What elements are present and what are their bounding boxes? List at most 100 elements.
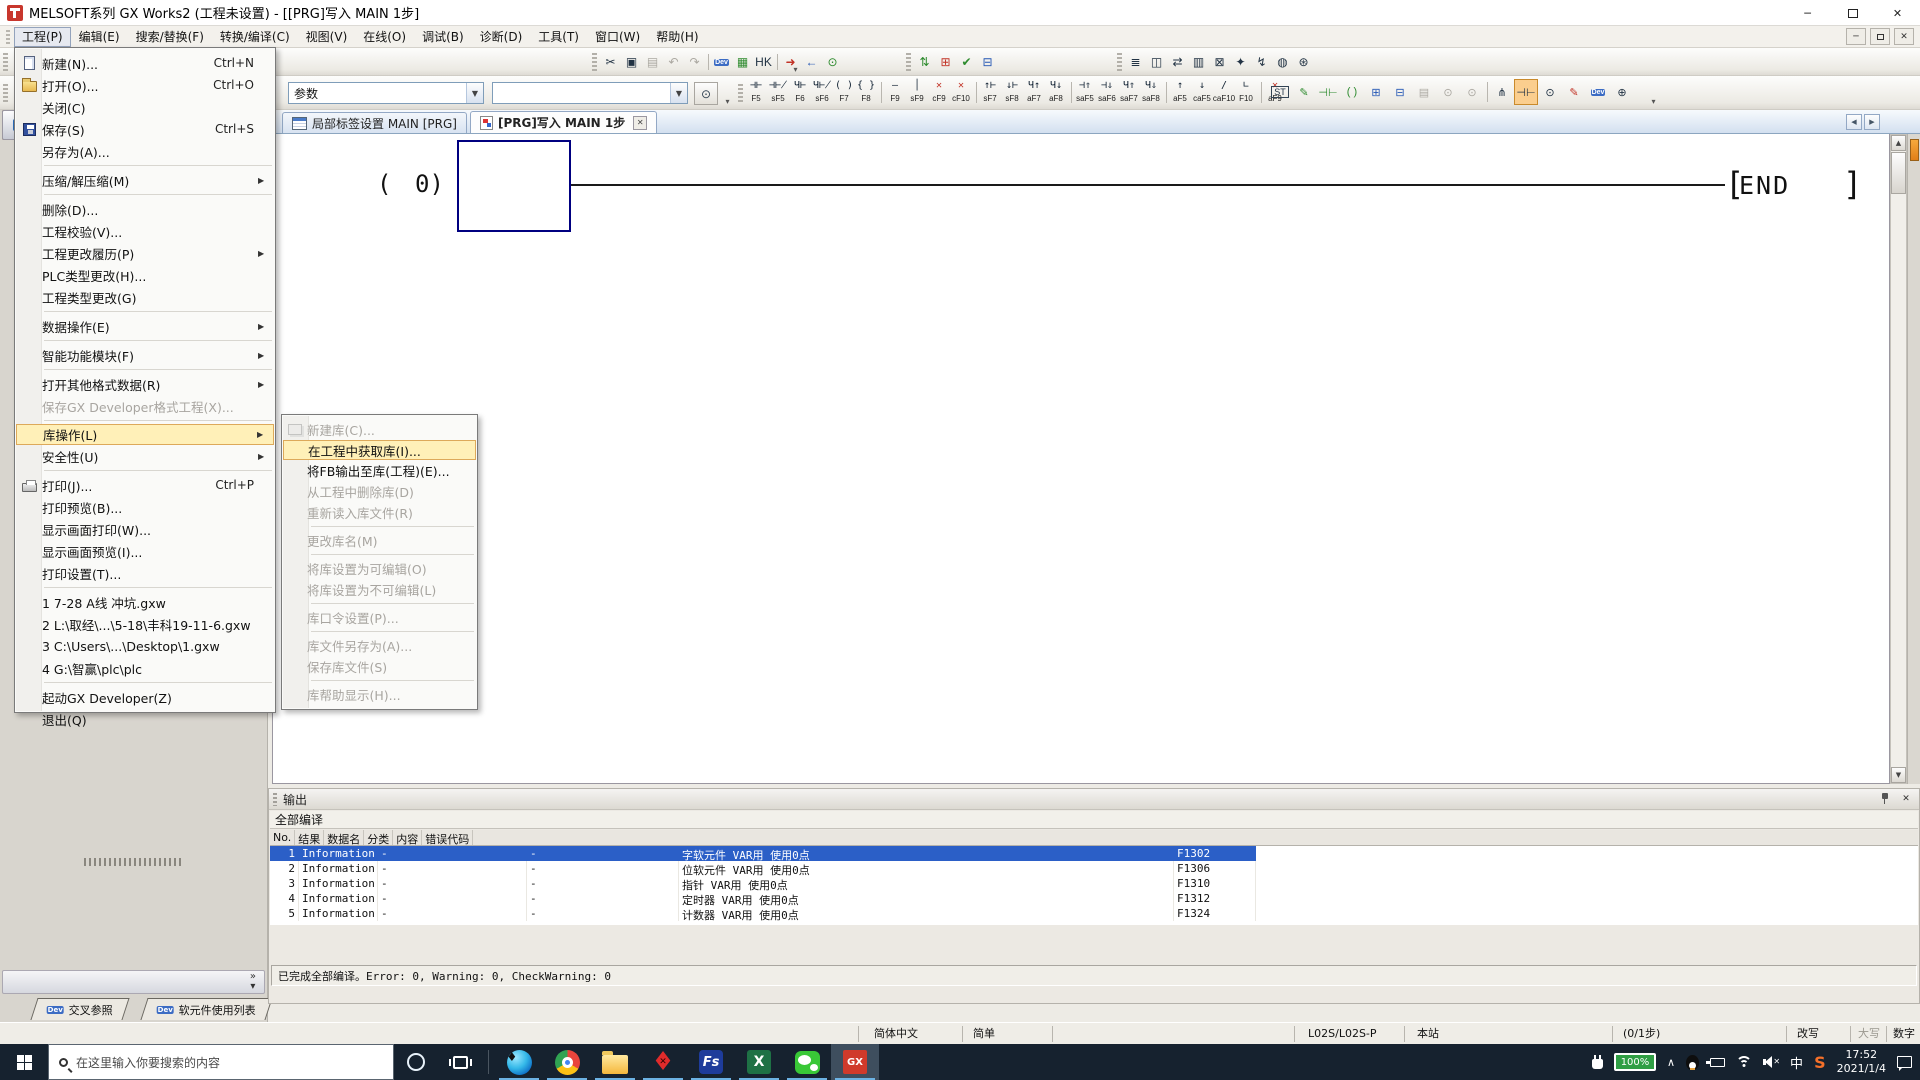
- sampling-trace-button[interactable]: ◍: [1272, 51, 1293, 73]
- ladder-symbol-button[interactable]: ↓ caF5: [1191, 78, 1213, 107]
- menu-item[interactable]: 另存为(A)...: [16, 140, 274, 162]
- taskbar-app-flashfxp[interactable]: Fs: [687, 1044, 735, 1080]
- taskbar-app-wechat[interactable]: [783, 1044, 831, 1080]
- ladder-editor[interactable]: ( 0) [ END ]: [272, 134, 1890, 784]
- ladder-symbol-button[interactable]: ↓⊢ sF8: [1001, 78, 1023, 107]
- zoom-button[interactable]: ⊕: [1610, 79, 1634, 105]
- toolbar-grip[interactable]: [3, 84, 8, 102]
- data-select-combobox[interactable]: 参数 ▼: [288, 82, 484, 104]
- task-view-button[interactable]: [438, 1044, 482, 1080]
- menubar-grip[interactable]: [6, 30, 10, 44]
- menu-item[interactable]: 4 G:\智赢\plc\plc: [16, 657, 274, 679]
- device-monitor-button[interactable]: ▦: [732, 51, 753, 73]
- monitor-start-button[interactable]: ⊙: [822, 51, 843, 73]
- taskbar-app-chrome[interactable]: [543, 1044, 591, 1080]
- ladder-symbol-button[interactable]: / caF10: [1213, 78, 1235, 107]
- menubar-item[interactable]: 诊断(D): [472, 27, 531, 47]
- ladder-symbol-button[interactable]: ⊣⇑ saF5: [1074, 78, 1096, 107]
- cut-button[interactable]: ✂: [600, 51, 621, 73]
- find-in-data-button[interactable]: ⊙: [694, 82, 718, 105]
- menubar-item[interactable]: 窗口(W): [587, 27, 648, 47]
- redo-button[interactable]: ↷: [684, 51, 705, 73]
- output-column-header[interactable]: 结果: [295, 830, 324, 845]
- output-column-header[interactable]: 数据名: [324, 830, 364, 845]
- menu-item[interactable]: 退出(Q): [16, 708, 274, 730]
- ladder-symbol-button[interactable]: │ sF9: [906, 78, 928, 107]
- taskbar-app-file-explorer[interactable]: [591, 1044, 639, 1080]
- menubar-item[interactable]: 工程(P): [14, 27, 71, 47]
- highlight-button[interactable]: ✦: [1230, 51, 1251, 73]
- mdi-close-button[interactable]: ✕: [1894, 28, 1914, 45]
- output-column-header[interactable]: 内容: [393, 830, 422, 845]
- watch-window-button[interactable]: ⊟: [977, 51, 998, 73]
- device-comment-button[interactable]: Dev: [711, 51, 732, 73]
- submenu-item[interactable]: 更改库名(M): [283, 530, 476, 551]
- menu-item[interactable]: 数据操作(E): [16, 315, 274, 337]
- submenu-item[interactable]: 将库设置为不可编辑(L): [283, 579, 476, 600]
- menubar-item[interactable]: 视图(V): [298, 27, 356, 47]
- open-close-contact-button[interactable]: ⊣⊢: [1316, 79, 1340, 105]
- ladder-symbol-button[interactable]: Ч⊢ F6: [789, 78, 811, 107]
- tree-display-button[interactable]: ⋔: [1490, 79, 1514, 105]
- battery-indicator[interactable]: 100%: [1614, 1053, 1656, 1071]
- menu-item[interactable]: 压缩/解压缩(M): [16, 169, 274, 191]
- submenu-item[interactable]: 库文件另存为(A)...: [283, 635, 476, 656]
- ladder-symbol-button[interactable]: ∟ F10: [1235, 78, 1257, 107]
- toolbar-grip[interactable]: [592, 53, 597, 71]
- menu-item[interactable]: 打印设置(T)...: [16, 562, 274, 584]
- chevron-down-icon[interactable]: ▼: [466, 83, 483, 103]
- splitter-handle[interactable]: [84, 858, 184, 866]
- submenu-item[interactable]: 保存库文件(S): [283, 656, 476, 677]
- pin-icon[interactable]: [1876, 791, 1894, 807]
- menu-item[interactable]: 打开(O)... Ctrl+O: [16, 74, 274, 96]
- start-monitoring-button[interactable]: ⇅: [914, 51, 935, 73]
- ladder-symbol-button[interactable]: ⊣⇓ saF6: [1096, 78, 1118, 107]
- menu-item[interactable]: 打印预览(B)...: [16, 496, 274, 518]
- expand-chevron-icon[interactable]: »▾: [250, 972, 256, 992]
- device-batch-button[interactable]: ⊞: [1364, 79, 1388, 105]
- output-column-header[interactable]: 错误代码: [422, 830, 473, 845]
- ladder-symbol-button[interactable]: ↑⊢ sF7: [979, 78, 1001, 107]
- ladder-symbol-button[interactable]: ⊣⊢ F5: [745, 78, 767, 107]
- taskbar-app-gxworks2[interactable]: GX: [831, 1044, 879, 1080]
- docked-window-tab[interactable]: Dev 软元件使用列表: [141, 998, 273, 1020]
- taskbar-app-red-diamond[interactable]: ♦: [639, 1044, 687, 1080]
- panel-grip[interactable]: [273, 793, 277, 806]
- menu-item[interactable]: 起动GX Developer(Z): [16, 686, 274, 708]
- menu-item[interactable]: 安全性(U): [16, 445, 274, 467]
- ladder-symbol-button[interactable]: Ч⇓ saF8: [1140, 78, 1162, 107]
- inline-st-button[interactable]: ST: [1268, 79, 1292, 105]
- menu-item[interactable]: 删除(D)...: [16, 198, 274, 220]
- statement-display-button[interactable]: ▤: [1412, 79, 1436, 105]
- toolbar-grip[interactable]: [1117, 53, 1122, 71]
- table-row[interactable]: 3 Information - - 指针 VAR用 使用0点 F1310: [270, 876, 1918, 891]
- taskbar-app-edge[interactable]: ♦: [495, 1044, 543, 1080]
- toolbar-grip[interactable]: [738, 84, 743, 102]
- ladder-symbol-button[interactable]: Ч↑ aF7: [1023, 78, 1045, 107]
- undo-button[interactable]: ↶: [663, 51, 684, 73]
- device-search-button[interactable]: ⊙: [1460, 79, 1484, 105]
- qq-icon[interactable]: [1686, 1055, 1699, 1070]
- ladder-symbol-button[interactable]: — F9: [884, 78, 906, 107]
- menubar-item[interactable]: 工具(T): [530, 27, 587, 47]
- toolbar-overflow-button[interactable]: [1648, 84, 1659, 106]
- device-display-button[interactable]: Dev: [1586, 79, 1610, 105]
- submenu-item[interactable]: 库帮助显示(H)...: [283, 684, 476, 705]
- submenu-item[interactable]: 新建库(C)...: [283, 419, 476, 440]
- grid-display-button[interactable]: ▥: [1188, 51, 1209, 73]
- menu-item[interactable]: 2 L:\取经\...\5-18\丰科19-11-6.gxw: [16, 613, 274, 635]
- volume-muted-icon[interactable]: ✕: [1763, 1056, 1779, 1068]
- stop-monitoring-button[interactable]: ⊞: [935, 51, 956, 73]
- close-window-button[interactable]: ⊠: [1209, 51, 1230, 73]
- action-center-icon[interactable]: [1897, 1056, 1912, 1068]
- ladder-symbol-button[interactable]: Ч↓ aF8: [1045, 78, 1067, 107]
- menu-item[interactable]: 工程类型更改(G): [16, 286, 274, 308]
- ime-indicator[interactable]: 中: [1790, 1053, 1803, 1072]
- menu-item[interactable]: 工程校验(V)...: [16, 220, 274, 242]
- document-tab[interactable]: [PRG]写入 MAIN 1步 ✕: [470, 111, 657, 133]
- ladder-symbol-button[interactable]: Ч⇑ saF7: [1118, 78, 1140, 107]
- menubar-item[interactable]: 编辑(E): [71, 27, 128, 47]
- submenu-item[interactable]: 将FB输出至库(工程)(E)...: [283, 460, 476, 481]
- table-row[interactable]: 4 Information - - 定时器 VAR用 使用0点 F1312: [270, 891, 1918, 906]
- maximize-button[interactable]: [1830, 0, 1875, 26]
